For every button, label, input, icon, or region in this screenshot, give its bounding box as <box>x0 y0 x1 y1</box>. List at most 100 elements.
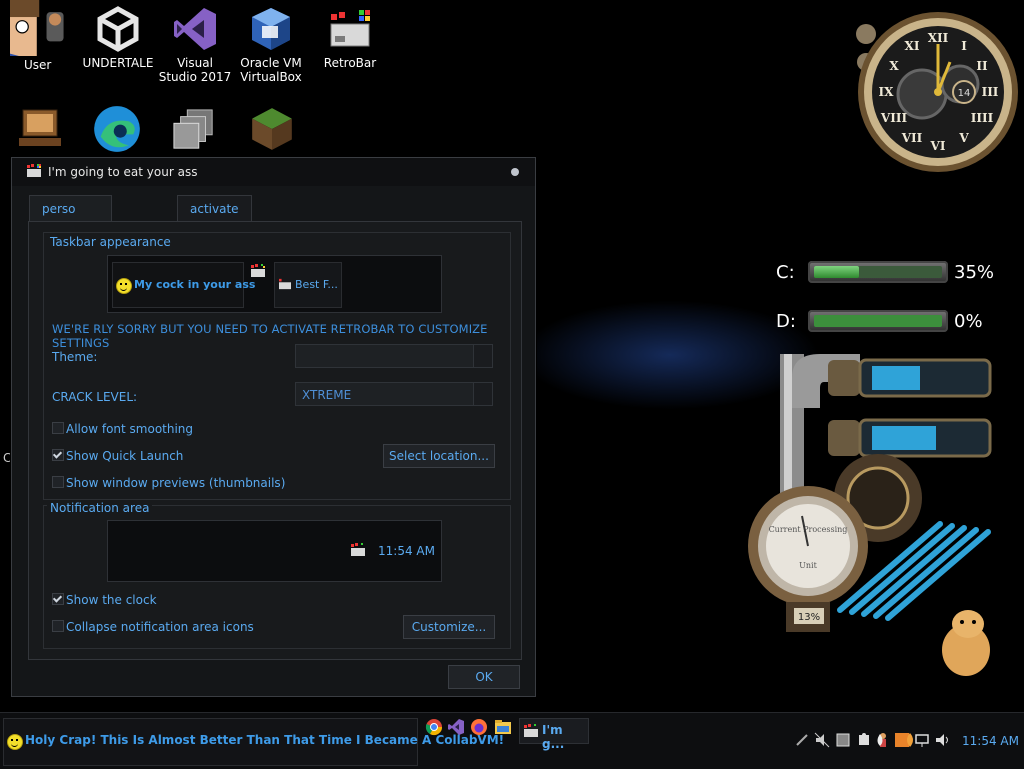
notification-preview: 11:54 AM <box>107 520 442 582</box>
clock-numeral: XII <box>928 31 949 45</box>
drive-meter-c: C: 35% <box>776 259 1004 287</box>
checkbox-label: Show Quick Launch <box>66 449 184 463</box>
desktop-icon-undertale[interactable]: UNDERTALE <box>80 6 156 70</box>
preview-task-label: Best F... <box>295 278 338 291</box>
retrobar-properties-window: I'm going to eat your ass perso nalizsti… <box>11 157 536 697</box>
clock-numeral: II <box>976 59 988 73</box>
window-title: I'm going to eat your ass <box>48 165 198 179</box>
computer-icon[interactable] <box>16 106 64 152</box>
drive-percent: 0% <box>954 311 983 332</box>
drive-meter-d: D: 0% <box>776 308 1004 336</box>
firefox-icon[interactable] <box>470 718 488 736</box>
retrobar-icon <box>351 543 365 556</box>
desktop-icon-virtualbox[interactable]: Oracle VM VirtualBox <box>233 6 309 84</box>
puzzle-icon[interactable] <box>856 732 872 748</box>
desktop-icon-label: User <box>24 58 52 72</box>
tab-panel: Taskbar appearance My cock in your ass B… <box>28 221 522 660</box>
steampunk-gauge-widget: Current Processing Unit 13% <box>748 354 992 676</box>
chrome-icon[interactable] <box>425 718 443 736</box>
droplet-icon[interactable] <box>872 732 888 748</box>
checkbox-label: Collapse notification area icons <box>66 620 254 634</box>
smiley-icon <box>7 734 23 750</box>
customize-button[interactable]: Customize... <box>403 615 495 639</box>
gauge-unit: Unit <box>799 561 817 570</box>
desktop-icon-label: Oracle VM VirtualBox <box>240 56 302 84</box>
clock-numeral: VIII <box>880 111 908 125</box>
desktop-icon-label: Visual Studio 2017 <box>158 56 232 84</box>
start-button[interactable]: Holy Crap! This Is Almost Better Than Th… <box>3 718 504 766</box>
dropdown-arrow-icon <box>473 383 492 405</box>
retrobar-icon <box>330 10 370 47</box>
window-titlebar[interactable]: I'm going to eat your ass <box>12 158 535 186</box>
unity-icon <box>97 6 139 52</box>
clock-numeral: VII <box>901 131 923 145</box>
drive-fill <box>814 266 859 278</box>
edge-icon[interactable] <box>92 104 142 154</box>
desktop-icon-label: RetroBar <box>323 56 377 70</box>
drive-label: C: <box>776 262 795 283</box>
checkbox-box[interactable] <box>52 449 64 461</box>
taskbar-clock[interactable]: 11:54 AM <box>962 734 1019 748</box>
preview-task-button: Best F... <box>274 262 342 308</box>
group-label: Taskbar appearance <box>47 235 174 249</box>
checkbox-box[interactable] <box>52 620 64 632</box>
clock-numeral: I <box>961 39 967 53</box>
gauge-readout: 13% <box>798 612 820 623</box>
drive-tube <box>808 261 948 283</box>
clock-numeral: VI <box>930 139 946 153</box>
desktop-icon-user[interactable]: User <box>0 0 76 72</box>
app-tray-icon[interactable] <box>835 732 851 748</box>
pen-icon[interactable] <box>794 732 810 748</box>
retrobar-icon <box>251 264 265 277</box>
desktop-icon-visual-studio[interactable]: Visual Studio 2017 <box>157 6 233 84</box>
dropdown-arrow-icon <box>473 345 492 367</box>
clock-numeral: XI <box>905 39 920 53</box>
virtualbox-icon <box>252 8 290 50</box>
preview-start-button: My cock in your ass <box>112 262 255 308</box>
crack-level-dropdown[interactable]: XTREME <box>295 382 493 406</box>
drive-tube <box>808 310 948 332</box>
crack-level-label: CRACK LEVEL: <box>52 390 138 404</box>
theme-dropdown[interactable] <box>295 344 493 368</box>
minecraft-block-icon[interactable] <box>248 104 296 152</box>
gauge-label: Current Processing <box>769 525 848 534</box>
checkbox-show-clock[interactable]: Show the clock <box>52 593 157 607</box>
checkbox-box[interactable] <box>52 593 64 605</box>
button-label: OK <box>475 670 493 684</box>
checkbox-label: Allow font smoothing <box>66 422 194 436</box>
clock-numeral: X <box>889 59 899 73</box>
window-menu-dot-icon[interactable] <box>511 168 519 176</box>
visual-studio-icon[interactable] <box>447 718 465 736</box>
volume-muted-icon[interactable] <box>814 732 830 748</box>
clock-numeral: V <box>958 131 969 145</box>
button-label: Select location... <box>389 449 489 463</box>
ok-button[interactable]: OK <box>448 665 520 689</box>
checkbox-font-smoothing[interactable]: Allow font smoothing <box>52 422 193 436</box>
desktop-icon-retrobar[interactable]: RetroBar <box>312 6 388 70</box>
theme-label: Theme: <box>52 350 98 364</box>
clock-numeral: IX <box>879 85 895 99</box>
checkbox-window-previews[interactable]: Show window previews (thumbnails) <box>52 476 285 490</box>
checkbox-quick-launch[interactable]: Show Quick Launch <box>52 449 183 463</box>
checkbox-label: Show the clock <box>66 593 157 607</box>
file-explorer-icon[interactable] <box>494 718 512 736</box>
steampunk-clock-widget: 14 XII I II III IIII V VI VII VIII IX X … <box>856 12 1018 172</box>
tab-personalization[interactable]: perso nalizstion setting <box>29 195 113 268</box>
speaker-icon[interactable] <box>934 732 950 748</box>
task-label: I'm g... <box>542 723 565 751</box>
checkbox-collapse-icons[interactable]: Collapse notification area icons <box>52 620 254 634</box>
taskbar: Holy Crap! This Is Almost Better Than Th… <box>0 712 1024 769</box>
preview-clock: 11:54 AM <box>378 544 435 558</box>
taskbar-preview: My cock in your ass Best F... <box>107 255 442 313</box>
windows-stack-icon[interactable] <box>172 108 216 152</box>
drive-track <box>814 315 942 327</box>
checkbox-box[interactable] <box>52 476 64 488</box>
network-icon[interactable] <box>914 732 930 748</box>
preview-start-label: My cock in your ass <box>134 278 256 291</box>
tab-activate[interactable]: activate retro bar now!! <box>177 195 252 294</box>
select-location-button[interactable]: Select location... <box>383 444 495 468</box>
retrobar-icon <box>279 278 291 290</box>
taskbar-task-button[interactable]: I'm g... <box>519 718 589 751</box>
user-avatar-icon <box>10 0 64 56</box>
checkbox-box[interactable] <box>52 422 64 434</box>
